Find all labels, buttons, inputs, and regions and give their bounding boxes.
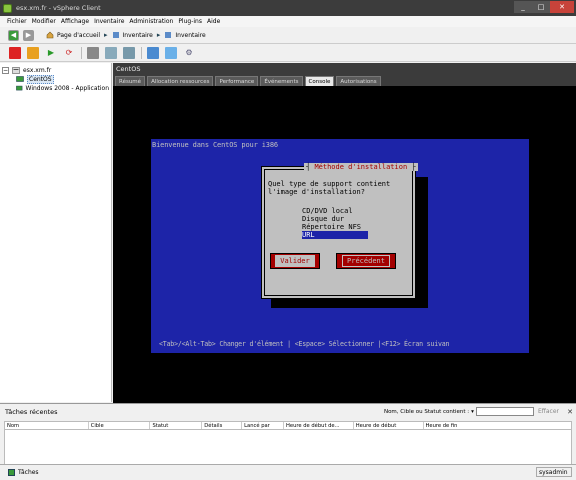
menu-bar: Fichier Modifier Affichage Inventaire Ad… (0, 16, 576, 27)
installer-screen[interactable]: Bienvenue dans CentOS pour i386 ┤ Méthod… (151, 139, 529, 353)
host-icon (12, 67, 20, 74)
vm-title: CentOS (113, 63, 576, 75)
migrate-icon[interactable] (165, 46, 177, 59)
tasks-icon (8, 469, 15, 476)
question-line-1: Quel type de support contient (268, 180, 391, 188)
breadcrumb-inventaire-2[interactable]: Inventaire (175, 32, 205, 39)
console-icon[interactable] (147, 46, 159, 59)
welcome-text: Bienvenue dans CentOS pour i386 (152, 141, 278, 149)
menu-plugins[interactable]: Plug-ins (178, 18, 202, 25)
menu-aide[interactable]: Aide (207, 18, 220, 25)
window-title: esx.xm.fr - vSphere Client (16, 4, 101, 12)
close-button[interactable]: ✕ (550, 1, 574, 13)
option-nfs[interactable]: Répertoire NFS (302, 223, 368, 231)
breadcrumb: Page d'accueil ▸ Inventaire ▸ Inventaire (46, 31, 206, 39)
tasks-grid-body (4, 430, 572, 467)
inventory-tree: − esx.xm.fr CentOS Windows 2008 - Applic… (0, 63, 112, 402)
maximize-button[interactable]: □ (532, 1, 550, 13)
snapshot-icon[interactable] (87, 46, 99, 59)
toolbar: ▶ ⟳ ⚙ (0, 44, 576, 62)
col-statut[interactable]: Statut (150, 422, 203, 429)
previous-button[interactable]: Précédent (336, 253, 396, 269)
col-nom[interactable]: Nom (5, 422, 89, 429)
power-on-icon[interactable]: ▶ (45, 47, 57, 59)
option-hard-disk[interactable]: Disque dur (302, 215, 368, 223)
option-url[interactable]: URL (302, 231, 368, 239)
validate-button[interactable]: Valider (270, 253, 320, 269)
tree-item-label: esx.xm.fr (23, 67, 52, 74)
tree-item-centos[interactable]: CentOS (2, 75, 109, 84)
vm-running-icon (16, 76, 24, 82)
breadcrumb-separator-icon: ▸ (156, 31, 161, 39)
tab-autorisations[interactable]: Autorisations (336, 76, 381, 86)
col-heure-fin[interactable]: Heure de fin (424, 422, 571, 429)
snapshot-manager-icon[interactable] (123, 46, 135, 59)
settings-icon[interactable]: ⚙ (183, 47, 195, 59)
status-bar: Tâches sysadmin (0, 464, 576, 480)
menu-modifier[interactable]: Modifier (32, 18, 56, 25)
inventory-icon (112, 32, 119, 38)
install-method-dialog: ┤ Méthode d'installation ├ Quel type de … (261, 163, 418, 299)
vm-console[interactable]: Bienvenue dans CentOS pour i386 ┤ Méthod… (113, 86, 576, 403)
window-titlebar: esx.xm.fr - vSphere Client _ □ ✕ (0, 0, 576, 16)
previous-label: Précédent (342, 255, 390, 267)
recent-tasks-panel: Tâches récentes Nom, Cible ou Statut con… (0, 403, 576, 467)
tab-resume[interactable]: Résumé (115, 76, 146, 86)
tab-performance[interactable]: Performance (215, 76, 259, 86)
validate-label: Valider (275, 255, 315, 267)
suspend-icon[interactable] (27, 46, 39, 59)
tasks-grid-header: Nom Cible Statut Détails Lancé par Heure… (4, 421, 572, 430)
vsphere-app-icon (3, 3, 12, 13)
reset-icon[interactable]: ⟳ (63, 47, 75, 59)
col-heure-debut[interactable]: Heure de début (354, 422, 424, 429)
dialog-question: Quel type de support contient l'image d'… (268, 180, 413, 196)
current-user: sysadmin (536, 467, 572, 477)
revert-snapshot-icon[interactable] (105, 46, 117, 59)
menu-fichier[interactable]: Fichier (7, 18, 27, 25)
collapse-icon[interactable]: − (2, 67, 9, 74)
tab-evenements[interactable]: Événements (260, 76, 303, 86)
power-off-icon[interactable] (9, 46, 21, 59)
tab-console[interactable]: Console (304, 76, 335, 86)
back-icon[interactable]: ◀ (8, 29, 19, 41)
col-cible[interactable]: Cible (89, 422, 151, 429)
filter-dropdown-icon[interactable]: ▾ (471, 409, 474, 415)
filter-label: Nom, Cible ou Statut contient : (383, 408, 470, 415)
breadcrumb-separator-icon: ▸ (104, 31, 108, 39)
toolbar-divider (141, 46, 142, 59)
tree-item-windows[interactable]: Windows 2008 - Application (2, 84, 109, 93)
vm-running-icon (16, 85, 23, 91)
menu-affichage[interactable]: Affichage (61, 18, 89, 25)
menu-administration[interactable]: Administration (129, 18, 173, 25)
breadcrumb-inventaire-1[interactable]: Inventaire (123, 32, 153, 39)
vm-tabs: Résumé Allocation ressources Performance… (113, 75, 576, 86)
tasks-title: Tâches récentes (5, 407, 58, 416)
dialog-title-text: Méthode d'installation (314, 163, 408, 171)
col-heure-debut-demande[interactable]: Heure de début de... (284, 422, 354, 429)
tasks-filter: Nom, Cible ou Statut contient : ▾ Efface… (384, 407, 559, 416)
menu-inventaire[interactable]: Inventaire (94, 18, 124, 25)
forward-icon[interactable]: ▶ (23, 29, 34, 41)
help-line: <Tab>/<Alt-Tab> Changer d'élément | <Esp… (159, 340, 450, 348)
tree-item-label: Windows 2008 - Application (25, 85, 109, 92)
minimize-button[interactable]: _ (514, 1, 532, 13)
tasks-button-label: Tâches (18, 469, 39, 476)
filter-input[interactable] (475, 407, 534, 416)
toolbar-divider (81, 46, 82, 59)
tab-allocation[interactable]: Allocation ressources (147, 76, 214, 86)
tasks-button[interactable]: Tâches (8, 469, 39, 476)
clear-filter-link[interactable]: Effacer (538, 408, 559, 415)
col-details[interactable]: Détails (202, 422, 243, 429)
dialog-title: ┤ Méthode d'installation ├ (304, 163, 418, 171)
question-line-2: l'image d'installation? (268, 188, 365, 196)
tree-item-host[interactable]: − esx.xm.fr (2, 66, 109, 75)
home-icon[interactable] (46, 31, 54, 39)
tree-item-label: CentOS (27, 75, 54, 84)
option-cd-dvd[interactable]: CD/DVD local (302, 207, 368, 215)
col-lance-par[interactable]: Lancé par (242, 422, 285, 429)
close-panel-icon[interactable]: ✕ (567, 408, 573, 416)
navigation-bar: ◀ ▶ Page d'accueil ▸ Inventaire ▸ Invent… (0, 27, 576, 44)
inventory-icon (165, 32, 172, 38)
breadcrumb-home[interactable]: Page d'accueil (57, 32, 100, 39)
